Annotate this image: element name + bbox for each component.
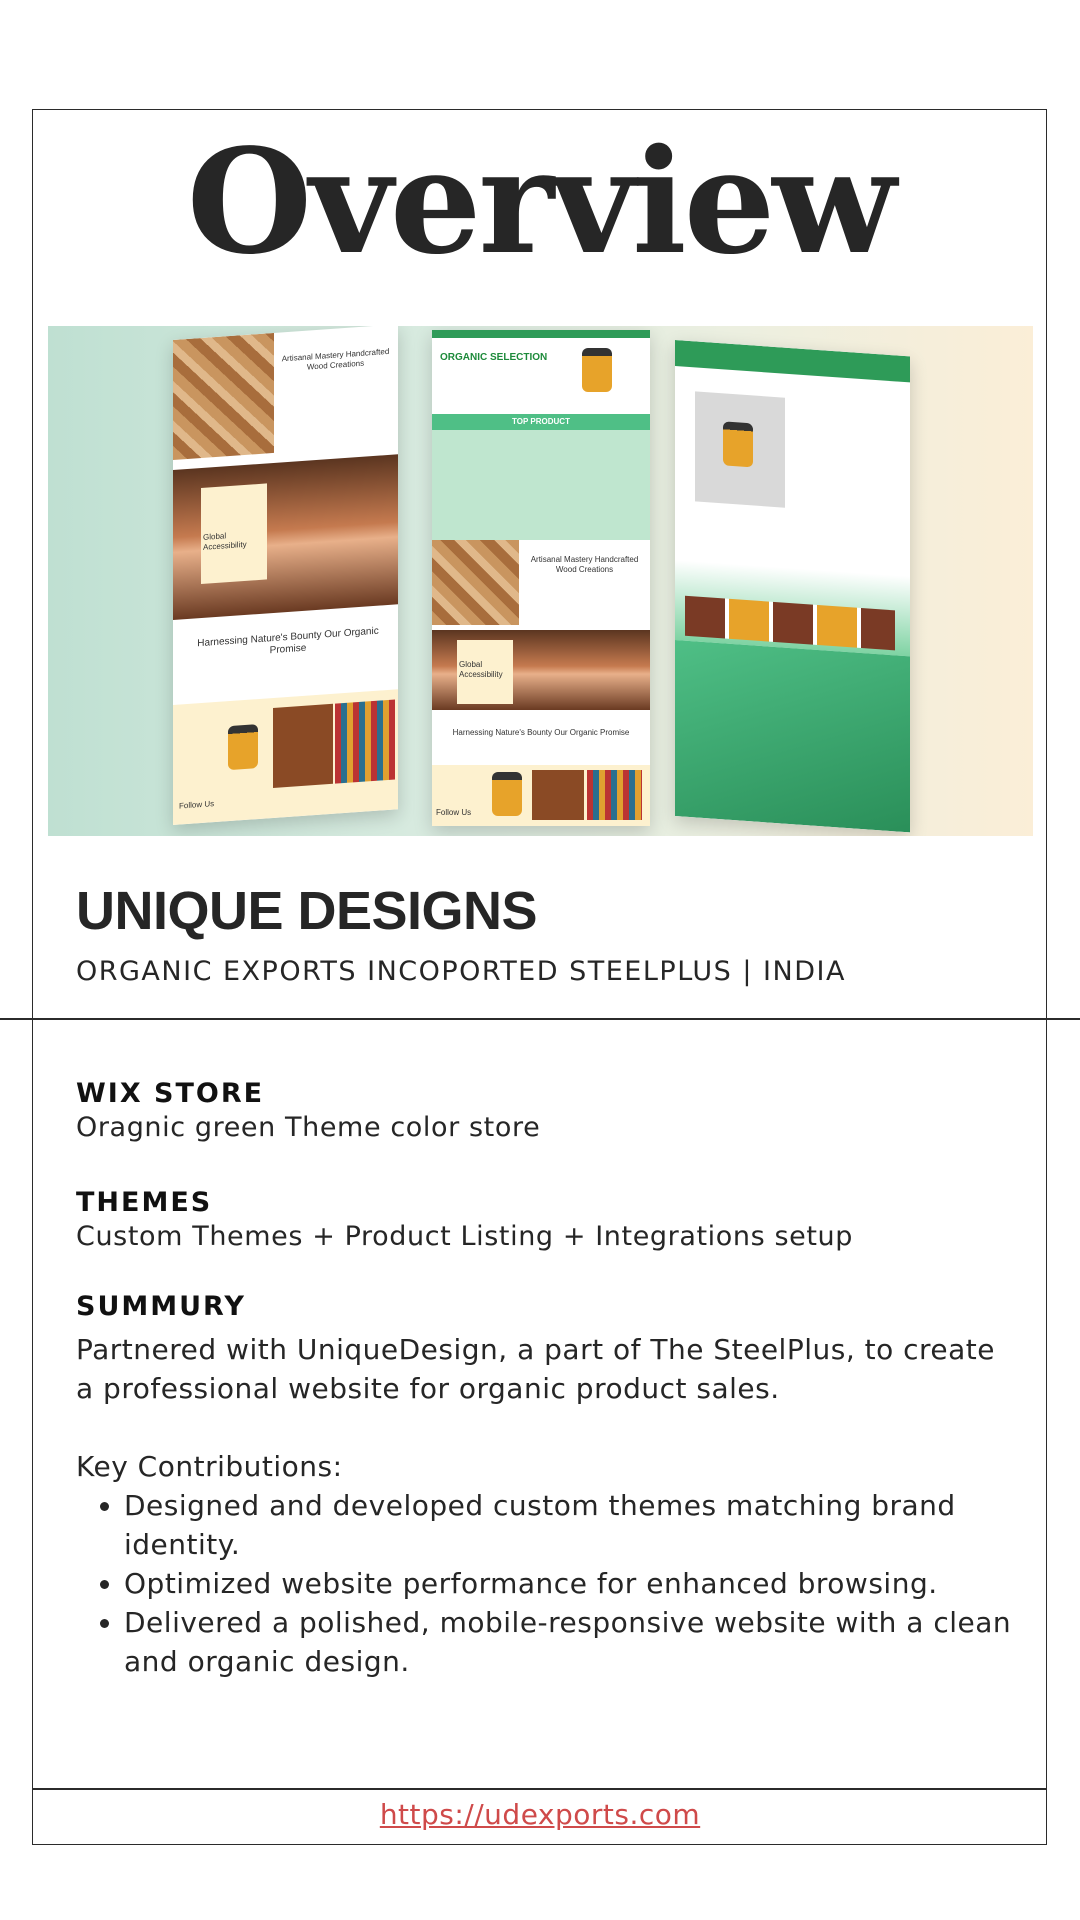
mockup-center-heading-2: Artisanal Mastery Handcrafted Wood Creat… — [530, 555, 639, 574]
website-link[interactable]: https://udexports.com — [0, 1798, 1080, 1831]
mockup-left-banner: Harnessing Nature's Bounty Our Organic P… — [197, 625, 379, 657]
mockup-center-footer: Follow Us — [436, 808, 472, 817]
page-title: Overview — [186, 117, 897, 286]
themes-label: THEMES — [76, 1187, 213, 1218]
mockup-right — [675, 340, 910, 833]
summary-label: SUMMURY — [76, 1291, 246, 1322]
mockup-center-heading: ORGANIC SELECTION — [440, 352, 548, 363]
mockup-center: ORGANIC SELECTION TOP PRODUCT Artisanal … — [432, 330, 650, 826]
mockup-left-heading: Artisanal Mastery Handcrafted Wood Creat… — [281, 346, 390, 372]
footer-divider — [32, 1788, 1047, 1790]
contributions-list: Designed and developed custom themes mat… — [76, 1486, 1016, 1681]
list-item: Optimized website performance for enhanc… — [124, 1564, 1016, 1603]
mockup-center-card: Global Accessibility — [459, 660, 503, 679]
project-name: UNIQUE DESIGNS — [76, 881, 538, 941]
summary-text: Partnered with UniqueDesign, a part of T… — [76, 1333, 996, 1405]
mockup-center-banner: Harnessing Nature's Bounty Our Organic P… — [452, 728, 630, 737]
contributions-label: Key Contributions: — [76, 1450, 343, 1483]
store-value: Oragnic green Theme color store — [76, 1112, 541, 1143]
section-divider — [0, 1018, 1080, 1020]
list-item: Delivered a polished, mobile-responsive … — [124, 1603, 1016, 1681]
mockup-left: Artisanal Mastery Handcrafted Wood Creat… — [173, 326, 398, 825]
mockup-center-band: TOP PRODUCT — [512, 417, 570, 426]
list-item: Designed and developed custom themes mat… — [124, 1486, 1016, 1564]
project-subtitle: ORGANIC EXPORTS INCOPORTED STEELPLUS | I… — [76, 956, 846, 987]
themes-value: Custom Themes + Product Listing + Integr… — [76, 1221, 853, 1252]
store-label: WIX STORE — [76, 1078, 265, 1109]
hero-image: Artisanal Mastery Handcrafted Wood Creat… — [48, 326, 1033, 836]
